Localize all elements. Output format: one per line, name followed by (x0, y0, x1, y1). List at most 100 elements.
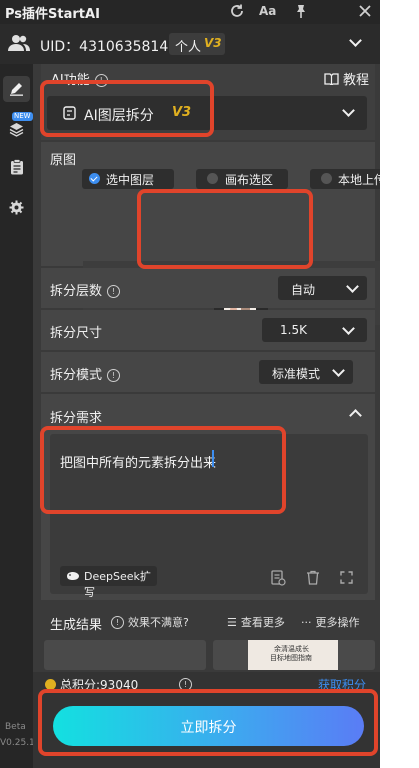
unsatisfied-text: 效果不满意? (128, 616, 189, 629)
thumb-text: 目标地图指南 (270, 654, 312, 662)
source-option-local-upload[interactable]: 本地上传 (310, 169, 380, 189)
info-icon: ! (107, 369, 121, 382)
split-size-select[interactable]: 1.5K (262, 318, 367, 342)
source-section: 原图 (41, 142, 375, 266)
user-bar: UID：4310635814 个人 V3 (0, 24, 380, 64)
layers-icon (9, 123, 24, 137)
tutorial-text: 教程 (343, 73, 370, 88)
ai-function-value: AI图层拆分 (84, 108, 154, 124)
source-option-selected-layer[interactable]: 选中图层 (82, 169, 174, 189)
split-layers-label-text: 拆分层数 (50, 284, 103, 299)
deepseek-label: DeepSeek扩写 (84, 570, 151, 599)
v3-badge: V3 (172, 105, 192, 120)
requirement-section: 拆分需求 把图中所有的元素拆分出来 DeepSeek扩写 (41, 394, 375, 600)
version-label: Beta (5, 722, 26, 732)
pin-icon[interactable] (293, 3, 309, 19)
source-option-label: 画布选区 (225, 173, 274, 187)
result-thumbnail: 余清温成长 目标地图指南 (248, 640, 338, 670)
info-icon: ! (111, 616, 124, 629)
split-mode-select[interactable]: 标准模式 (259, 360, 353, 384)
split-layers-value: 自动 (291, 283, 316, 297)
split-mode-value: 标准模式 (272, 367, 321, 381)
ai-function-select[interactable]: AI图层拆分 V3 (47, 96, 367, 130)
requirement-text: 把图中所有的元素拆分出来 (60, 456, 217, 471)
view-more-text: 查看更多 (240, 616, 285, 629)
tutorial-link[interactable]: 教程 (324, 69, 369, 88)
split-now-label: 立即拆分 (180, 720, 237, 736)
more-ops-link[interactable]: ··· 更多操作 (301, 614, 360, 630)
chevron-down-icon (342, 104, 355, 117)
radio-checked-icon (89, 173, 100, 184)
ai-function-label: AI功能! (51, 69, 108, 88)
edit-icon (10, 83, 23, 96)
font-size-icon[interactable]: Aa (259, 3, 276, 19)
main-content: AI功能! 教程 AI图层拆分 V3 原图 选中图层 画布选区 本地上传 (33, 64, 380, 768)
sidebar-item-layers[interactable]: NEW (3, 112, 33, 142)
source-option-label: 选中图层 (106, 173, 155, 187)
split-now-button[interactable]: 立即拆分 (53, 706, 364, 746)
close-icon[interactable] (357, 3, 373, 19)
history-icon[interactable] (270, 570, 286, 586)
view-more-link[interactable]: ☰ 查看更多 (227, 614, 285, 630)
deepseek-expand-button[interactable]: DeepSeek扩写 (60, 566, 157, 599)
split-size-label: 拆分尺寸 (50, 326, 103, 341)
split-size-value: 1.5K (280, 323, 307, 337)
trash-icon[interactable] (306, 570, 320, 585)
title-bar: Ps插件StartAI Aa (0, 0, 380, 24)
ai-function-section: AI功能! 教程 AI图层拆分 V3 (41, 64, 375, 140)
settings-icon[interactable] (9, 200, 24, 215)
more-ops-text: 更多操作 (315, 616, 360, 629)
users-icon (8, 35, 30, 51)
split-mode-label: 拆分模式! (50, 364, 121, 383)
refresh-icon[interactable] (229, 3, 245, 19)
result-card[interactable] (44, 640, 206, 670)
sidebar-item-edit[interactable] (3, 76, 30, 102)
split-layers-select[interactable]: 自动 (278, 276, 367, 300)
plan-label: 个人 (175, 40, 202, 55)
get-points-link[interactable]: 获取积分 (318, 676, 366, 693)
source-option-canvas-selection[interactable]: 画布选区 (196, 169, 288, 189)
book-icon (324, 73, 339, 86)
fullscreen-icon[interactable] (340, 571, 353, 584)
ai-function-label-text: AI功能 (51, 73, 90, 88)
ellipsis-icon: ··· (301, 616, 312, 629)
split-size-row: 拆分尺寸 1.5K (41, 310, 375, 350)
split-mode-row: 拆分模式! 标准模式 (41, 352, 375, 392)
chevron-up-icon[interactable] (349, 409, 362, 422)
user-expand-chevron-icon[interactable] (349, 34, 362, 47)
radio-icon (207, 173, 218, 184)
radio-icon (321, 173, 332, 184)
clipboard-icon[interactable] (10, 159, 24, 175)
version-number: V0.25.1 (0, 738, 35, 748)
source-label: 原图 (50, 153, 77, 168)
info-icon: ! (179, 678, 192, 691)
list-icon: ☰ (227, 616, 237, 629)
app-title: Ps插件StartAI (5, 7, 100, 22)
results-label: 生成结果 (50, 618, 103, 633)
text-cursor (212, 450, 214, 467)
layer-split-icon (63, 106, 76, 120)
action-area: 立即拆分 (33, 692, 380, 768)
plan-badge: V3 (204, 36, 222, 50)
info-icon: ! (94, 74, 108, 87)
split-layers-label: 拆分层数! (50, 280, 121, 299)
new-badge: NEW (12, 112, 33, 121)
whale-icon (67, 572, 79, 580)
split-layers-row: 拆分层数! 自动 (41, 268, 375, 308)
requirement-textarea[interactable]: 把图中所有的元素拆分出来 DeepSeek扩写 (50, 434, 368, 599)
source-option-label: 本地上传 (338, 173, 380, 187)
result-card[interactable]: 余清温成长 目标地图指南 (213, 640, 375, 670)
chevron-down-icon (342, 322, 355, 335)
chevron-down-icon (346, 280, 359, 293)
unsatisfied-link[interactable]: ! 效果不满意? (111, 614, 189, 630)
plugin-panel: Ps插件StartAI Aa UID：4310635814 个人 V3 NEW … (0, 0, 380, 768)
coin-icon (45, 679, 56, 690)
uid-label: UID：4310635814 (40, 39, 169, 55)
points-label: 总积分:93040 (60, 678, 139, 692)
plan-chip: 个人 V3 (169, 33, 225, 55)
chevron-down-icon (332, 364, 345, 377)
split-mode-label-text: 拆分模式 (50, 368, 103, 383)
points-bar: 总积分:93040 ! 获取积分 (33, 672, 380, 692)
requirement-label: 拆分需求 (50, 411, 103, 426)
sidebar: NEW Beta V0.25.1 (0, 64, 35, 768)
